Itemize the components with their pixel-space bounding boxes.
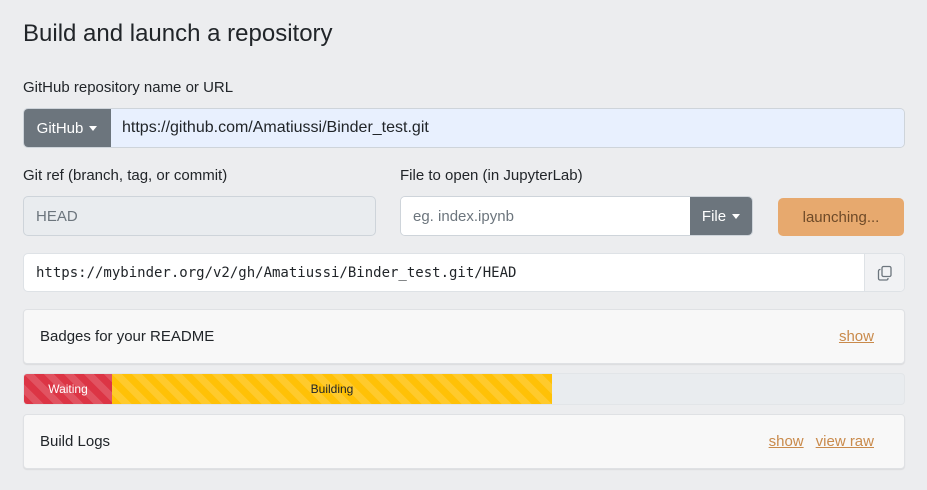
build-logs-title: Build Logs <box>40 433 111 450</box>
progress-building-label: Building <box>310 382 354 396</box>
file-type-label: File <box>701 207 727 225</box>
launch-button[interactable]: launching... <box>778 198 904 236</box>
repo-url-input[interactable] <box>111 109 904 147</box>
caret-down-icon <box>89 125 98 131</box>
repo-label: GitHub repository name or URL <box>23 79 234 96</box>
git-ref-input[interactable] <box>23 196 376 236</box>
provider-dropdown-button[interactable]: GitHub <box>24 109 111 147</box>
badges-panel: Badges for your README show <box>23 309 905 364</box>
badges-title: Badges for your README <box>40 328 215 345</box>
binder-url-group: https://mybinder.org/v2/gh/Amatiussi/Bin… <box>23 253 905 292</box>
badges-show-link[interactable]: show <box>839 328 874 345</box>
binder-build-form: Build and launch a repository GitHub rep… <box>0 0 927 490</box>
ref-label: Git ref (branch, tag, or commit) <box>23 167 228 184</box>
file-label: File to open (in JupyterLab) <box>400 167 583 184</box>
repo-input-group: GitHub <box>23 108 905 148</box>
file-path-input[interactable] <box>401 197 690 235</box>
binder-url-text[interactable]: https://mybinder.org/v2/gh/Amatiussi/Bin… <box>24 254 864 291</box>
caret-down-icon <box>732 213 741 219</box>
logs-view-raw-link[interactable]: view raw <box>816 433 874 450</box>
progress-building-segment: Building <box>112 374 552 404</box>
page-title: Build and launch a repository <box>23 20 333 47</box>
progress-waiting-label: Waiting <box>48 382 88 396</box>
build-progress-bar: Waiting Building <box>23 373 905 405</box>
file-input-group: File <box>400 196 753 236</box>
file-type-dropdown-button[interactable]: File <box>690 197 752 235</box>
logs-show-link[interactable]: show <box>769 433 804 450</box>
copy-button[interactable] <box>864 254 904 291</box>
copy-icon <box>877 265 892 281</box>
provider-label: GitHub <box>36 119 84 137</box>
progress-waiting-segment: Waiting <box>24 374 112 404</box>
build-logs-panel: Build Logs show view raw <box>23 414 905 469</box>
